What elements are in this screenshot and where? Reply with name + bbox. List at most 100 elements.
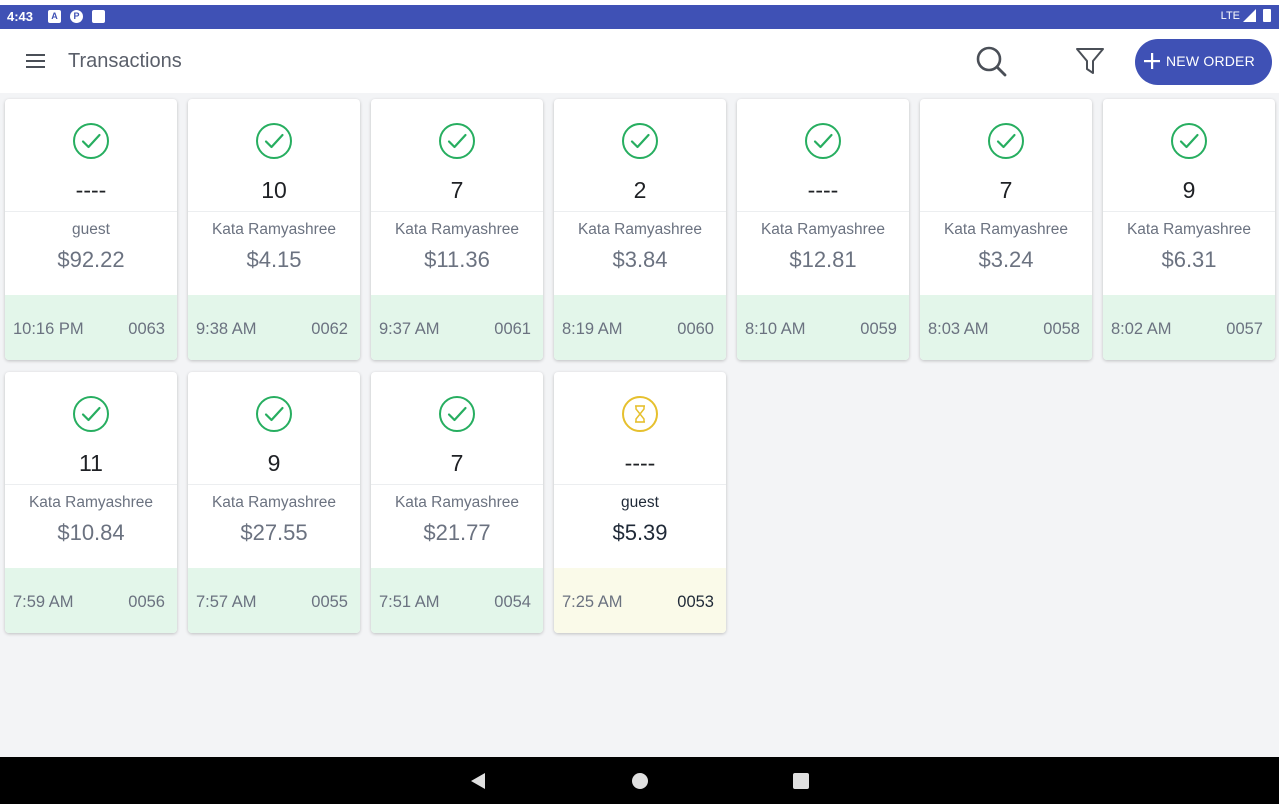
customer-name: guest	[621, 494, 659, 511]
order-table-number: 2	[633, 177, 647, 203]
notification-p-icon: P	[70, 10, 83, 23]
order-amount: $5.39	[612, 520, 668, 545]
card-footer: 7:57 AM 0055	[188, 568, 360, 633]
filter-icon	[1076, 48, 1104, 74]
order-card[interactable]: 11 Kata Ramyashree $10.84 7:59 AM 0056	[5, 372, 177, 633]
order-table-number: 7	[450, 177, 464, 203]
menu-button[interactable]	[24, 51, 48, 71]
order-time: 9:37 AM	[379, 320, 440, 338]
order-table-number: ----	[807, 177, 839, 203]
customer-name: Kata Ramyashree	[1126, 221, 1252, 238]
check-circle-icon	[805, 123, 841, 159]
card-footer: 9:38 AM 0062	[188, 295, 360, 360]
order-number: 0054	[494, 593, 531, 611]
battery-icon	[1263, 9, 1271, 22]
customer-name: Kata Ramyashree	[211, 494, 337, 511]
order-card[interactable]: 10 Kata Ramyashree $4.15 9:38 AM 0062	[188, 99, 360, 360]
order-table-number: ----	[75, 177, 107, 203]
customer-name: Kata Ramyashree	[394, 494, 520, 511]
customer-name: Kata Ramyashree	[394, 221, 520, 238]
status-bar: 4:43 A P LTE	[0, 5, 1279, 29]
order-table-number: 9	[1182, 177, 1196, 203]
search-button[interactable]	[974, 44, 1008, 78]
card-footer: 8:03 AM 0058	[920, 295, 1092, 360]
notification-a-icon: A	[48, 10, 61, 23]
card-footer: 8:02 AM 0057	[1103, 295, 1275, 360]
order-number: 0059	[860, 320, 897, 338]
customer-name: Kata Ramyashree	[760, 221, 886, 238]
order-time: 7:25 AM	[562, 593, 623, 611]
card-footer: 8:19 AM 0060	[554, 295, 726, 360]
card-divider	[188, 484, 360, 485]
card-footer: 8:10 AM 0059	[737, 295, 909, 360]
plus-icon	[1144, 53, 1160, 69]
order-amount: $12.81	[789, 247, 857, 272]
check-circle-icon	[988, 123, 1024, 159]
recent-apps-icon[interactable]	[793, 773, 809, 789]
order-time: 10:16 PM	[13, 320, 84, 338]
order-card[interactable]: 7 Kata Ramyashree $11.36 9:37 AM 0061	[371, 99, 543, 360]
order-card[interactable]: 9 Kata Ramyashree $27.55 7:57 AM 0055	[188, 372, 360, 633]
card-footer: 7:51 AM 0054	[371, 568, 543, 633]
order-card[interactable]: 7 Kata Ramyashree $3.24 8:03 AM 0058	[920, 99, 1092, 360]
new-order-label: NEW ORDER	[1166, 53, 1255, 69]
card-divider	[371, 211, 543, 212]
order-card[interactable]: ---- guest $5.39 7:25 AM 0053	[554, 372, 726, 633]
page-title: Transactions	[68, 50, 182, 72]
status-time: 4:43	[7, 9, 34, 24]
order-time: 8:19 AM	[562, 320, 623, 338]
search-icon	[976, 46, 1007, 77]
customer-name: Kata Ramyashree	[943, 221, 1069, 238]
filter-button[interactable]	[1074, 45, 1106, 77]
order-number: 0055	[311, 593, 348, 611]
order-card[interactable]: 2 Kata Ramyashree $3.84 8:19 AM 0060	[554, 99, 726, 360]
system-navigation-bar	[0, 757, 1279, 804]
order-amount: $10.84	[57, 520, 125, 545]
check-circle-icon	[439, 396, 475, 432]
back-icon[interactable]	[469, 772, 487, 790]
order-card[interactable]: ---- guest $92.22 10:16 PM 0063	[5, 99, 177, 360]
order-number: 0063	[128, 320, 165, 338]
card-footer: 7:25 AM 0053	[554, 568, 726, 633]
status-notification-icons: A P	[48, 10, 105, 23]
customer-name: Kata Ramyashree	[28, 494, 154, 511]
order-time: 8:10 AM	[745, 320, 806, 338]
order-number: 0057	[1226, 320, 1263, 338]
order-amount: $11.36	[424, 247, 490, 272]
card-divider	[188, 211, 360, 212]
customer-name: guest	[72, 221, 110, 238]
order-time: 8:02 AM	[1111, 320, 1172, 338]
order-time: 7:59 AM	[13, 593, 74, 611]
card-divider	[554, 211, 726, 212]
order-card[interactable]: 9 Kata Ramyashree $6.31 8:02 AM 0057	[1103, 99, 1275, 360]
order-table-number: 7	[450, 450, 464, 476]
sd-card-icon	[92, 10, 105, 23]
transactions-grid: ---- guest $92.22 10:16 PM 0063 10 Kata Ramyas…	[0, 93, 1279, 757]
card-divider	[371, 484, 543, 485]
order-amount: $92.22	[57, 247, 125, 272]
check-circle-icon	[1171, 123, 1207, 159]
order-amount: $21.77	[423, 520, 491, 545]
order-time: 8:03 AM	[928, 320, 989, 338]
check-circle-icon	[439, 123, 475, 159]
order-number: 0061	[494, 320, 531, 338]
app-bar: Transactions NEW ORDER	[0, 29, 1279, 93]
order-amount: $3.24	[978, 247, 1034, 272]
order-time: 9:38 AM	[196, 320, 257, 338]
order-table-number: 10	[261, 177, 287, 203]
customer-name: Kata Ramyashree	[577, 221, 703, 238]
home-icon[interactable]	[632, 773, 648, 789]
status-system-icons: LTE	[1221, 9, 1271, 22]
order-number: 0058	[1043, 320, 1080, 338]
check-circle-icon	[73, 396, 109, 432]
order-number: 0053	[677, 593, 714, 611]
order-card[interactable]: 7 Kata Ramyashree $21.77 7:51 AM 0054	[371, 372, 543, 633]
order-card[interactable]: ---- Kata Ramyashree $12.81 8:10 AM 0059	[737, 99, 909, 360]
card-divider	[920, 211, 1092, 212]
customer-name: Kata Ramyashree	[211, 221, 337, 238]
new-order-button[interactable]: NEW ORDER	[1135, 39, 1272, 85]
check-circle-icon	[256, 396, 292, 432]
order-amount: $3.84	[612, 247, 668, 272]
card-footer: 9:37 AM 0061	[371, 295, 543, 360]
card-footer: 7:59 AM 0056	[5, 568, 177, 633]
